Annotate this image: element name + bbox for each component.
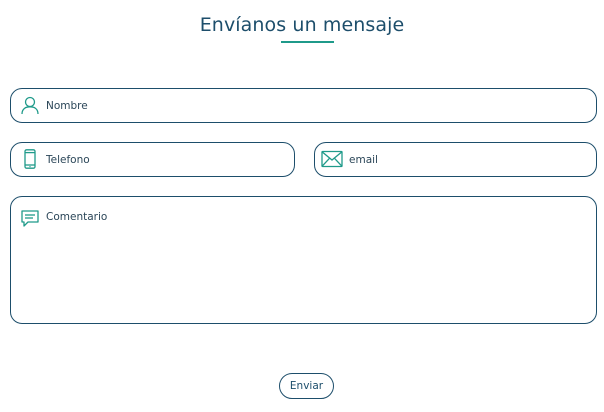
comment-textarea[interactable] bbox=[46, 211, 586, 311]
form-title: Envíanos un mensaje bbox=[199, 14, 405, 36]
phone-input[interactable] bbox=[46, 152, 286, 167]
name-field[interactable] bbox=[10, 88, 597, 123]
email-field[interactable] bbox=[314, 142, 597, 177]
comment-icon bbox=[21, 210, 39, 227]
title-underline bbox=[281, 41, 334, 43]
phone-field[interactable] bbox=[10, 142, 295, 177]
email-input[interactable] bbox=[349, 152, 584, 167]
user-icon bbox=[21, 96, 39, 115]
envelope-icon bbox=[321, 150, 343, 168]
contact-form-page: Envíanos un mensaje Nombre Telefono emai… bbox=[0, 0, 604, 412]
send-button[interactable]: Enviar bbox=[279, 373, 334, 399]
name-input[interactable] bbox=[46, 98, 586, 113]
phone-icon bbox=[24, 149, 36, 169]
comment-field[interactable] bbox=[10, 196, 597, 324]
